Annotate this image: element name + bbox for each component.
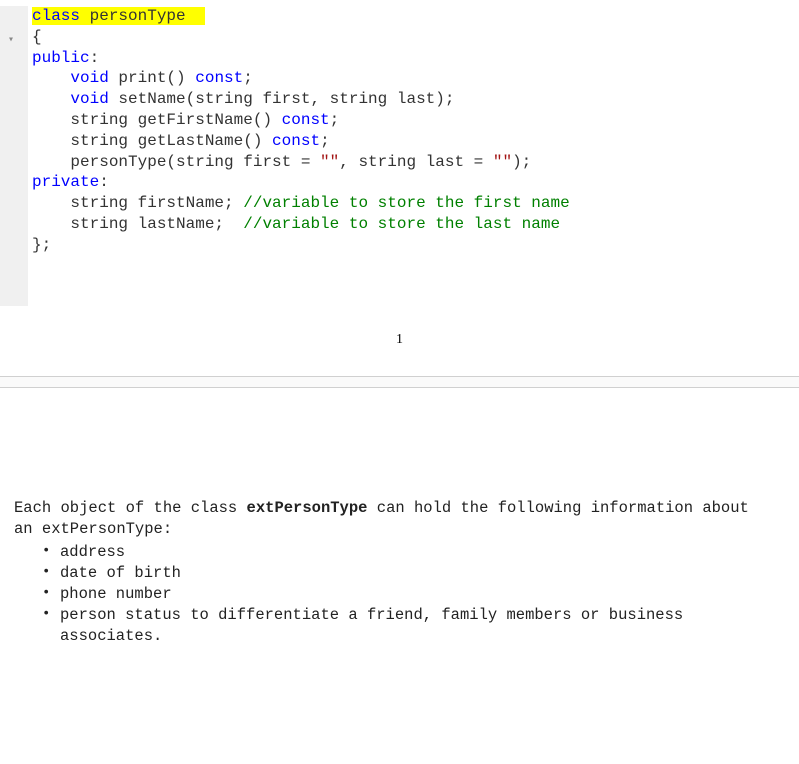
code-line: void setName(string first, string last); [32, 89, 570, 110]
code-line: void print() const; [32, 68, 570, 89]
editor-gutter: ▾ [0, 6, 28, 306]
code-line: private: [32, 172, 570, 193]
code-block: ▾ class personType { public: void print(… [0, 0, 799, 306]
code-line: { [32, 27, 570, 48]
list-item: address [42, 542, 785, 563]
code-line: personType(string first = "", string las… [32, 152, 570, 173]
code-line: string getFirstName() const; [32, 110, 570, 131]
code-line: string firstName; //variable to store th… [32, 193, 570, 214]
bullet-list: address date of birth phone number perso… [14, 542, 785, 647]
list-item: phone number [42, 584, 785, 605]
fold-icon: ▾ [8, 34, 14, 46]
list-item: person status to differentiate a friend,… [42, 605, 785, 647]
description-text: Each object of the class extPersonType c… [0, 388, 799, 666]
code-line: }; [32, 235, 570, 256]
list-item: date of birth [42, 563, 785, 584]
code-line: string lastName; //variable to store the… [32, 214, 570, 235]
code-line: class personType [32, 6, 570, 27]
code-area: class personType { public: void print() … [28, 6, 570, 306]
paragraph: an extPersonType: [14, 519, 785, 540]
code-line: public: [32, 48, 570, 69]
page-number: 1 [0, 306, 799, 376]
code-line: string getLastName() const; [32, 131, 570, 152]
paragraph: Each object of the class extPersonType c… [14, 498, 785, 519]
section-divider [0, 376, 799, 388]
